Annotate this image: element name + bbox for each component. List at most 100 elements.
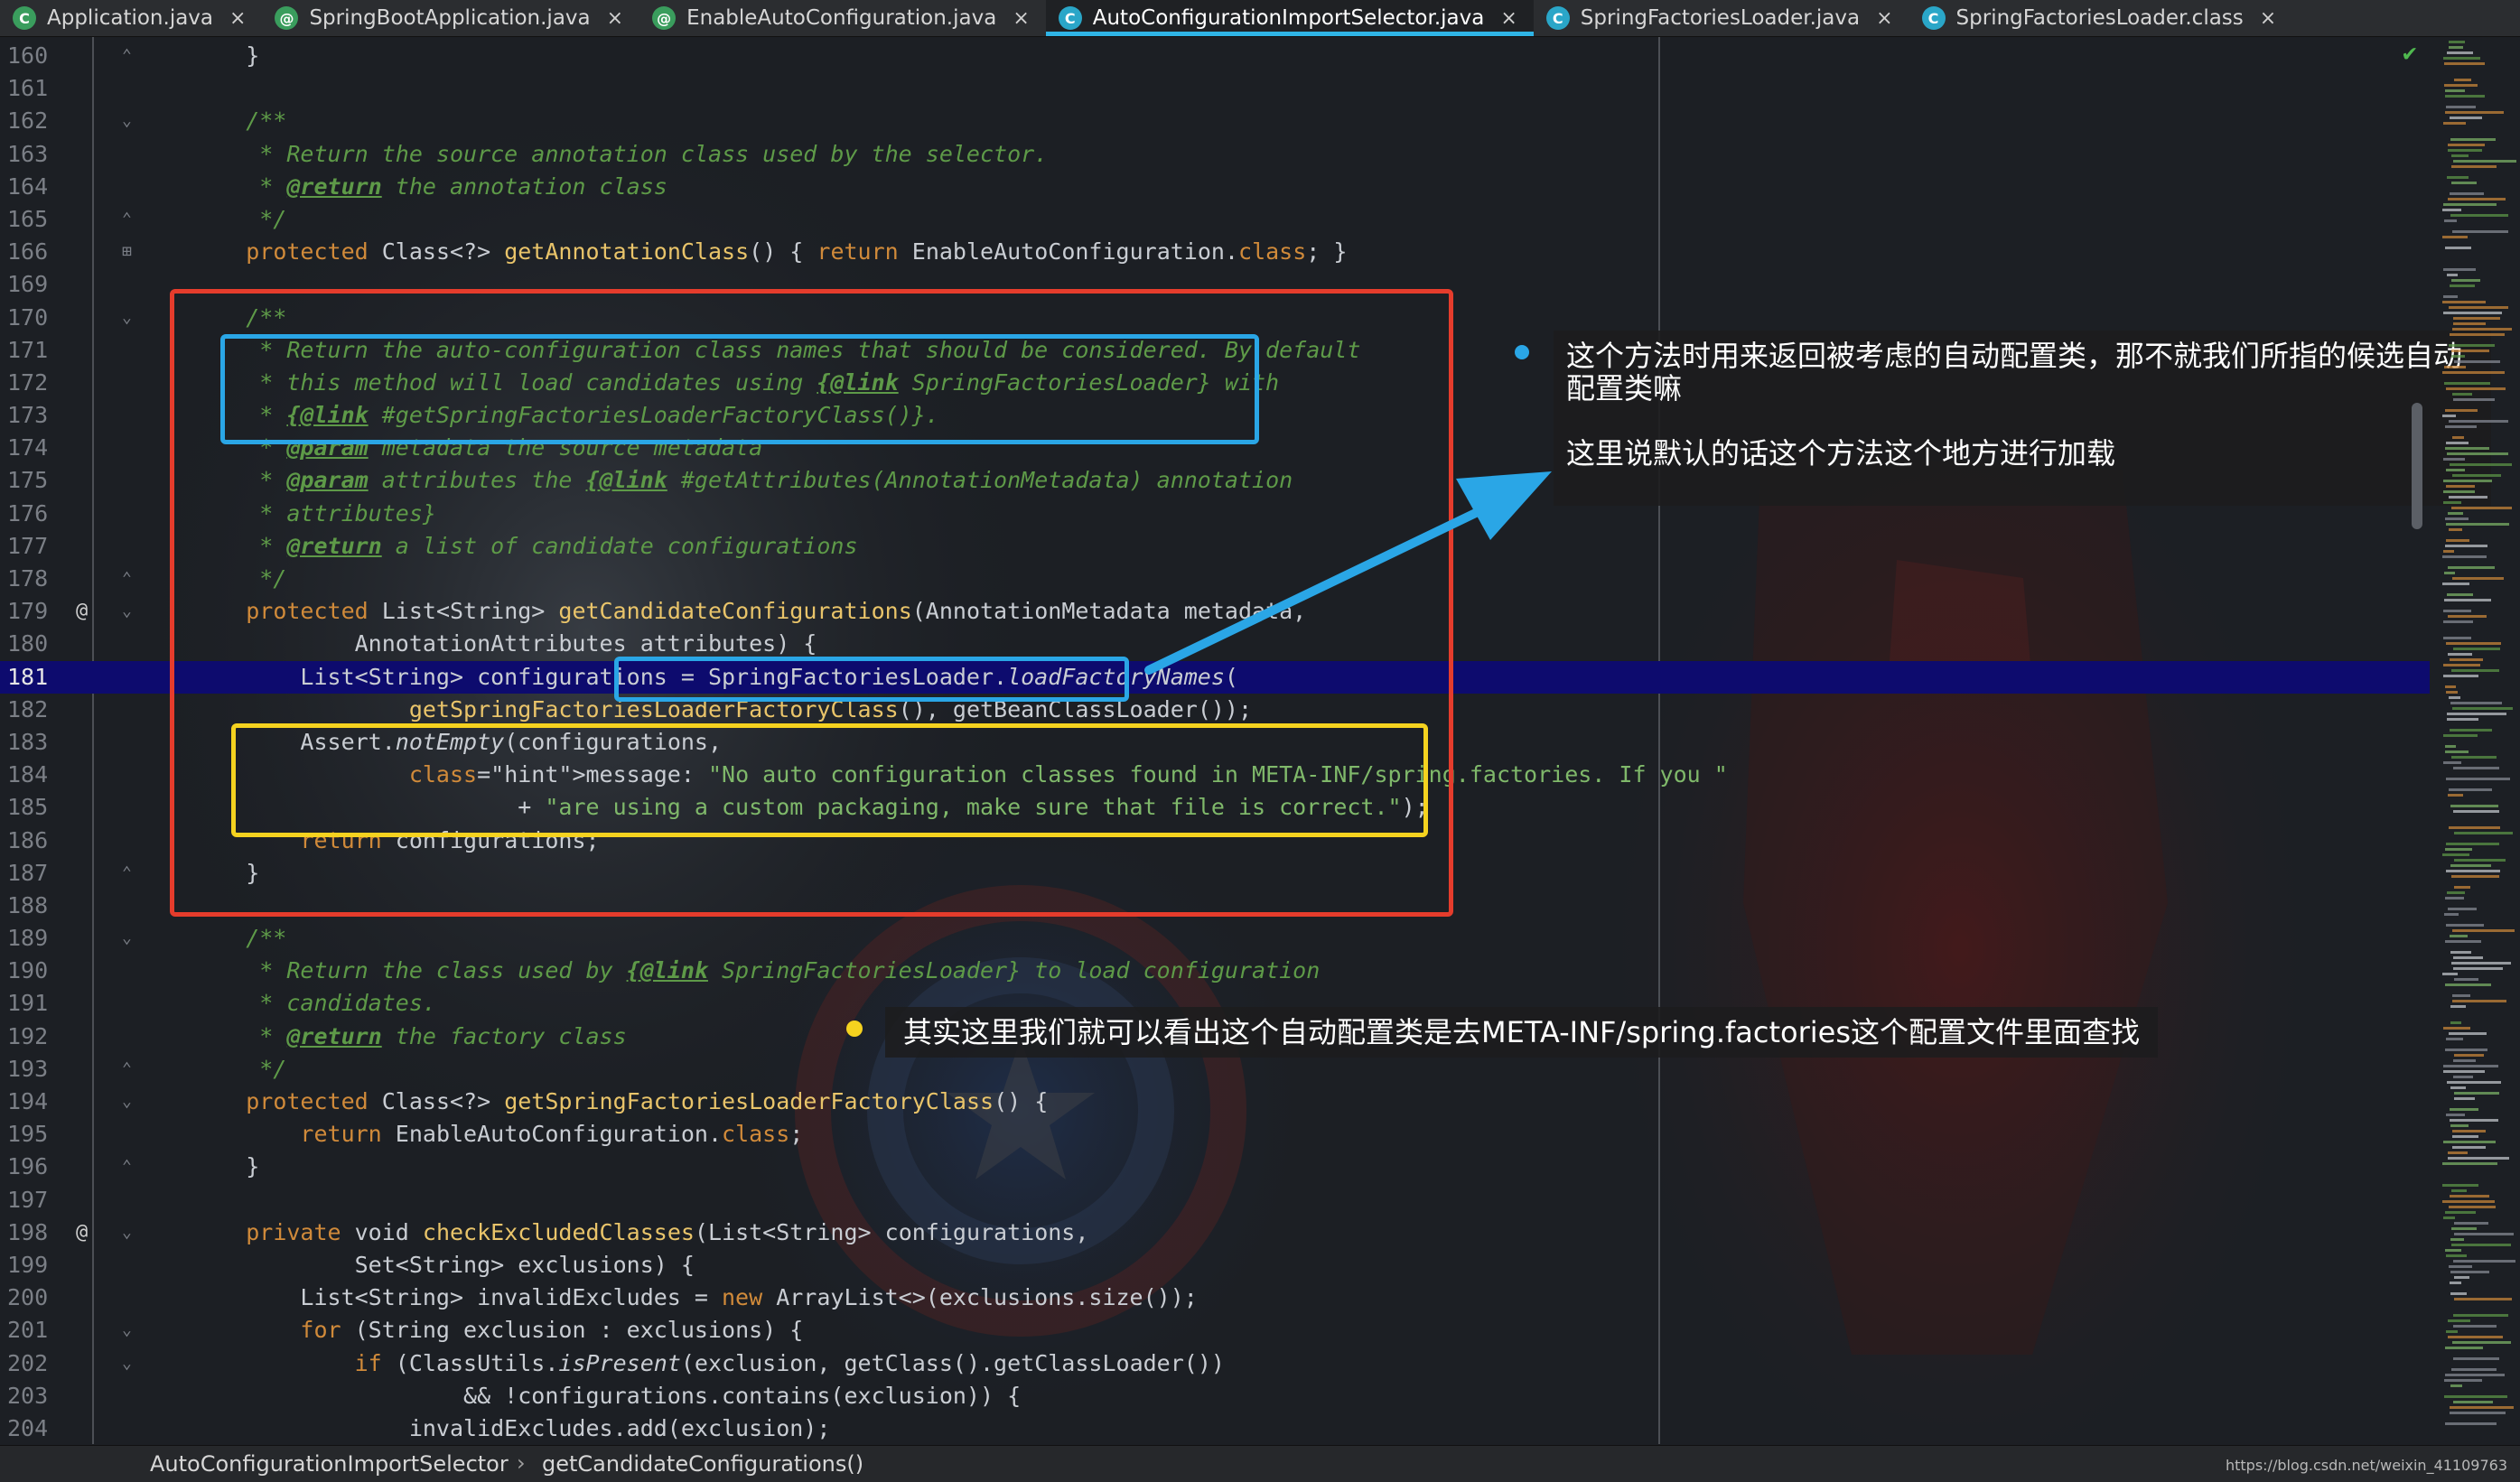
minimap-line	[2444, 382, 2490, 385]
minimap-line	[2454, 79, 2471, 81]
annotation-arrow	[1144, 471, 1552, 675]
minimap-line	[2454, 1298, 2512, 1300]
minimap-line	[2449, 696, 2460, 699]
minimap-line	[2443, 675, 2478, 677]
minimap-line	[2445, 447, 2489, 450]
minimap-line	[2453, 1260, 2515, 1263]
minimap-line	[2447, 274, 2458, 276]
minimap-line	[2450, 1005, 2466, 1008]
minimap-line	[2445, 89, 2465, 92]
minimap-line	[2444, 572, 2455, 574]
minimap-line	[2447, 718, 2478, 721]
minimap-line	[2442, 1184, 2478, 1187]
minimap-line	[2444, 219, 2457, 222]
minimap-line	[2445, 848, 2472, 851]
minimap-line	[2445, 545, 2487, 547]
minimap-line	[2448, 1336, 2503, 1338]
minimap-line	[2446, 485, 2475, 488]
minimap-line	[2449, 1265, 2472, 1268]
minimap-line	[2443, 501, 2461, 504]
minimap-line	[2449, 344, 2495, 347]
minimap-line	[2445, 940, 2481, 943]
minimap-line	[2446, 1038, 2463, 1040]
minimap-line	[2453, 956, 2483, 959]
minimap-line	[2449, 1032, 2487, 1035]
minimap-line	[2446, 924, 2484, 927]
minimap-line	[2450, 1271, 2489, 1273]
note-text: 这个方法时用来返回被考虑的自动配置类，那不就我们所指的候选自动配置类嘛	[1566, 339, 2463, 405]
breadcrumb-class[interactable]: AutoConfigurationImportSelector	[150, 1451, 509, 1477]
minimap-line	[2442, 236, 2468, 238]
minimap-line	[2450, 284, 2475, 287]
minimap-line	[2445, 111, 2504, 114]
minimap-line	[2450, 1021, 2461, 1024]
minimap-line	[2450, 1086, 2466, 1089]
minimap-line	[2452, 1341, 2511, 1344]
minimap-line	[2448, 144, 2485, 146]
minimap-line	[2442, 1162, 2497, 1165]
minimap-line	[2450, 1108, 2478, 1111]
minimap-line	[2445, 95, 2485, 98]
minimap-line	[2452, 474, 2501, 477]
minimap-line	[2444, 366, 2466, 368]
minimap-line	[2446, 469, 2465, 471]
minimap-line	[2445, 1249, 2461, 1252]
minimap-line	[2446, 778, 2510, 780]
minimap-line	[2451, 350, 2489, 352]
minimap-line	[2443, 1065, 2498, 1067]
minimap-line	[2443, 295, 2458, 298]
minimap-line	[2447, 1081, 2501, 1084]
minimap-line	[2450, 333, 2505, 336]
minimap-line	[2443, 312, 2502, 314]
minimap-line	[2448, 1319, 2470, 1322]
minimap-line	[2454, 1276, 2469, 1279]
minimap-line	[2444, 62, 2485, 65]
minimap-line	[2448, 149, 2482, 152]
watermark: https://blog.csdn.net/weixin_41109763	[2225, 1457, 2507, 1474]
minimap-line	[2453, 967, 2503, 970]
minimap-line	[2442, 973, 2458, 975]
breadcrumb-method[interactable]: getCandidateConfigurations()	[542, 1451, 863, 1477]
minimap-line	[2453, 810, 2499, 813]
minimap-line	[2443, 203, 2497, 206]
minimap-line	[2451, 279, 2480, 282]
minimap-line	[2453, 322, 2486, 325]
minimap-line	[2448, 566, 2495, 569]
minimap-line	[2451, 1189, 2467, 1192]
minimap-line	[2442, 415, 2456, 417]
minimap-line	[2450, 138, 2496, 141]
minimap-line	[2451, 355, 2465, 358]
minimap-line	[2453, 648, 2500, 650]
minimap-line	[2454, 1092, 2499, 1095]
minimap-line	[2446, 1114, 2465, 1116]
minimap-line	[2448, 1151, 2468, 1154]
minimap-line	[2443, 1141, 2496, 1143]
minimap-line	[2450, 935, 2468, 937]
minimap-line	[2452, 436, 2464, 439]
minimap-line	[2450, 1384, 2462, 1387]
minimap-line	[2446, 442, 2469, 444]
minimap-line	[2454, 1222, 2488, 1225]
minimap-line	[2450, 1282, 2461, 1284]
minimap-line	[2451, 875, 2499, 878]
minimap-line	[2448, 615, 2487, 618]
minimap-line	[2449, 528, 2462, 531]
minimap-line	[2442, 555, 2487, 558]
minimap-line	[2450, 864, 2491, 867]
minimap-line	[2449, 41, 2465, 43]
minimap-line	[2451, 1227, 2477, 1230]
vertical-scrollbar-thumb[interactable]	[2412, 403, 2422, 529]
minimap-line	[2447, 452, 2508, 455]
minimap-line	[2443, 122, 2466, 125]
minimap-line	[2453, 317, 2500, 320]
minimap-line	[2454, 1054, 2484, 1057]
minimap-line	[2445, 247, 2471, 249]
code-minimap[interactable]	[2437, 37, 2520, 1444]
note-text: 这里说默认的话这个方法这个地方进行加载	[1566, 436, 2116, 471]
minimap-line	[2443, 734, 2478, 737]
inspection-ok-icon[interactable]: ✔	[2403, 40, 2417, 67]
minimap-line	[2450, 1124, 2469, 1127]
minimap-line	[2450, 1195, 2489, 1198]
minimap-line	[2454, 886, 2470, 889]
minimap-line	[2451, 507, 2512, 509]
